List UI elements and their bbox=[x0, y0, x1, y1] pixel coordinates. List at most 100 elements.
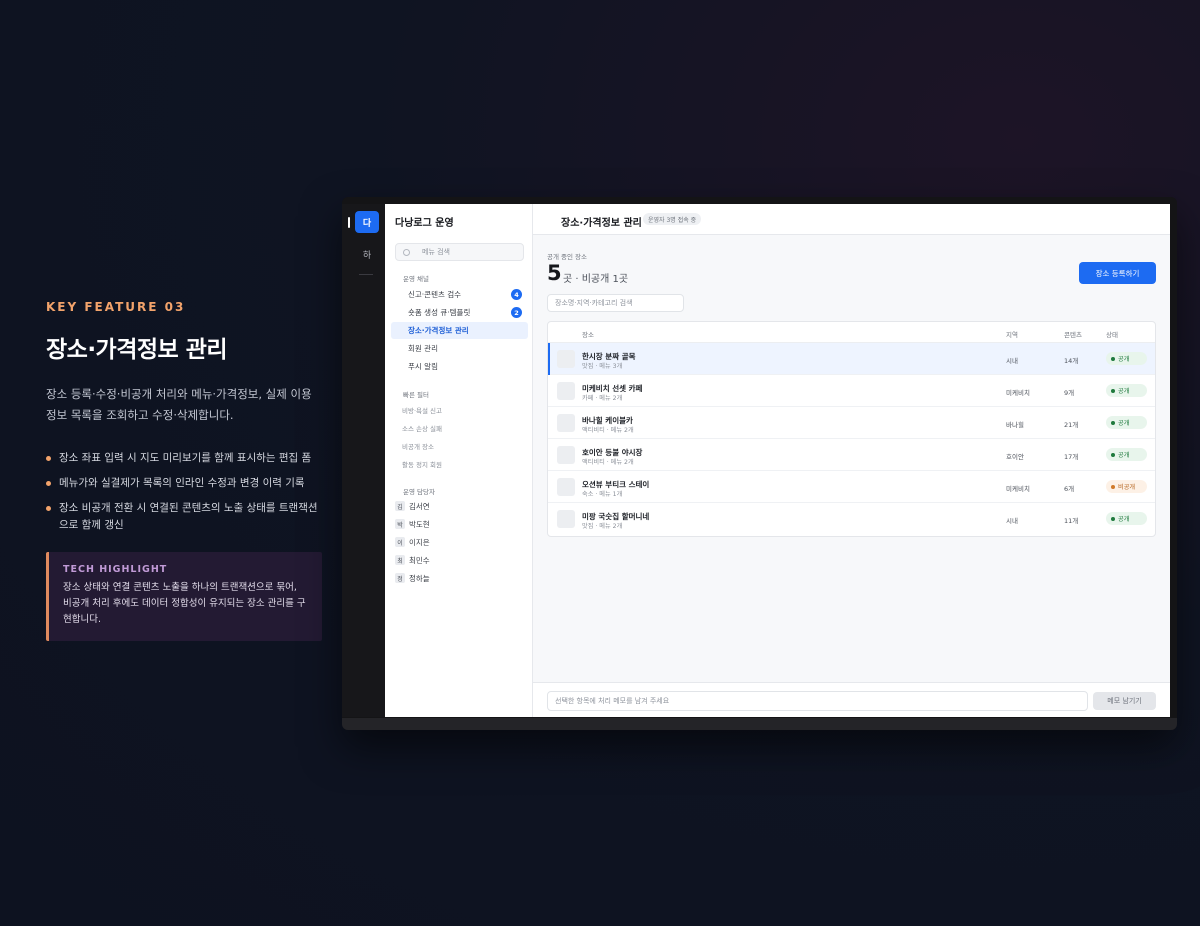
avatar: 정 bbox=[395, 573, 405, 583]
count-badge: 2 bbox=[511, 307, 522, 318]
memo-submit-button[interactable]: 메모 남기기 bbox=[1093, 692, 1156, 710]
status-badge: 공개 bbox=[1106, 352, 1147, 365]
place-thumbnail bbox=[557, 510, 575, 528]
status-badge: 공개 bbox=[1106, 416, 1147, 429]
status-dot-icon bbox=[1111, 356, 1115, 361]
stat-sub: 곳 · 비공개 1곳 bbox=[563, 274, 629, 285]
group-label-channel: 운영 채널 bbox=[403, 275, 429, 283]
status-dot-icon bbox=[1111, 484, 1115, 489]
register-place-button[interactable]: 장소 등록하기 bbox=[1079, 262, 1156, 284]
memo-input[interactable]: 선택한 항목에 처리 메모를 남겨 주세요 bbox=[547, 691, 1088, 711]
sidebar-item-shortform-queue[interactable]: 숏폼 생성 큐·템플릿 2 bbox=[391, 304, 528, 321]
status-badge: 비공개 bbox=[1106, 480, 1147, 493]
table-row[interactable]: 미팡 국숫집 할머니네 맛집 · 메뉴 2개 시내 11개 공개 bbox=[548, 503, 1155, 535]
online-badge: 운영자 3명 접속 중 bbox=[643, 213, 702, 225]
place-region: 시내 bbox=[1006, 517, 1018, 525]
sidebar-item-places[interactable]: 장소·가격정보 관리 bbox=[391, 322, 528, 339]
device-mockup: 다 하 다낭로그 운영 메뉴 검색 운영 채널 신고·콘텐츠 검수 4 숏폼 생… bbox=[342, 197, 1177, 730]
column-header-content[interactable]: 콘텐츠 bbox=[1064, 329, 1082, 339]
place-meta: 맛집 · 메뉴 2개 bbox=[582, 523, 623, 530]
manager-item[interactable]: 정 정하늘 bbox=[395, 571, 430, 585]
column-header-place[interactable]: 장소 bbox=[582, 329, 594, 339]
status-dot-icon bbox=[1111, 516, 1115, 521]
table-row[interactable]: 한시장 분짜 골목 맛집 · 메뉴 3개 시내 14개 공개 bbox=[548, 343, 1155, 375]
sidebar-item-reports[interactable]: 신고·콘텐츠 검수 4 bbox=[391, 286, 528, 303]
avatar: 이 bbox=[395, 537, 405, 547]
menu-search-placeholder: 메뉴 검색 bbox=[422, 248, 450, 256]
content-count: 11개 bbox=[1064, 517, 1079, 525]
status-label: 비공개 bbox=[1118, 484, 1136, 491]
table-header: 장소 지역 콘텐츠 상태 bbox=[548, 322, 1155, 343]
workspace-button-active[interactable]: 다 bbox=[355, 211, 379, 233]
manager-item[interactable]: 김 김서연 bbox=[395, 499, 430, 513]
feature-description: 장소 등록·수정·비공개 처리와 메뉴·가격정보, 실제 이용정보 목록을 조회… bbox=[46, 387, 312, 422]
status-badge: 공개 bbox=[1106, 384, 1147, 397]
status-dot-icon bbox=[1111, 420, 1115, 425]
column-header-region[interactable]: 지역 bbox=[1006, 329, 1018, 339]
place-region: 미케비치 bbox=[1006, 485, 1030, 493]
quick-filter-item[interactable]: 비공개 장소 bbox=[402, 441, 434, 451]
place-region: 미케비치 bbox=[1006, 389, 1030, 397]
place-thumbnail bbox=[557, 414, 575, 432]
sidebar-item-members[interactable]: 회원 관리 bbox=[391, 340, 528, 357]
place-thumbnail bbox=[557, 478, 575, 496]
table-row[interactable]: 바나힐 케이블카 액티비티 · 메뉴 2개 바나힐 21개 공개 bbox=[548, 407, 1155, 439]
place-region: 호이안 bbox=[1006, 453, 1024, 461]
manager-name: 최민수 bbox=[409, 555, 430, 565]
avatar: 최 bbox=[395, 555, 405, 565]
group-label-filters: 빠른 필터 bbox=[403, 391, 429, 399]
place-thumbnail bbox=[557, 350, 575, 368]
status-label: 공개 bbox=[1118, 516, 1130, 523]
quick-filter-item[interactable]: 비방·욕설 신고 bbox=[402, 405, 442, 415]
place-meta: 액티비티 · 메뉴 2개 bbox=[582, 427, 634, 434]
avatar: 김 bbox=[395, 501, 405, 511]
workspace-button[interactable]: 하 bbox=[355, 244, 379, 264]
status-label: 공개 bbox=[1118, 356, 1130, 363]
feature-bullet: 장소 좌표 입력 시 지도 미리보기를 함께 표시하는 편집 폼 bbox=[46, 450, 322, 467]
place-meta: 맛집 · 메뉴 3개 bbox=[582, 363, 623, 370]
status-badge: 공개 bbox=[1106, 448, 1147, 461]
manager-name: 박도현 bbox=[409, 519, 430, 529]
group-label-managers: 운영 담당자 bbox=[403, 488, 435, 496]
sidebar-item-label: 장소·가격정보 관리 bbox=[408, 326, 469, 335]
sidebar-item-label: 숏폼 생성 큐·템플릿 bbox=[408, 308, 471, 317]
sidebar-item-push[interactable]: 푸시 알림 bbox=[391, 358, 528, 375]
column-header-status[interactable]: 상태 bbox=[1106, 329, 1118, 339]
manager-name: 이지은 bbox=[409, 537, 430, 547]
table-row[interactable]: 오션뷰 부티크 스테이 숙소 · 메뉴 1개 미케비치 6개 비공개 bbox=[548, 471, 1155, 503]
place-meta: 액티비티 · 메뉴 2개 bbox=[582, 459, 634, 466]
feature-kicker: KEY FEATURE 03 bbox=[46, 300, 186, 314]
menu-search-input[interactable]: 메뉴 검색 bbox=[395, 243, 524, 261]
stat-label: 공개 중인 장소 bbox=[547, 253, 588, 261]
status-label: 공개 bbox=[1118, 420, 1130, 427]
stat-count: 5 bbox=[547, 261, 562, 285]
place-thumbnail bbox=[557, 382, 575, 400]
content-count: 9개 bbox=[1064, 389, 1075, 397]
table-row[interactable]: 호이안 등불 야시장 액티비티 · 메뉴 2개 호이안 17개 공개 bbox=[548, 439, 1155, 471]
page-title: 장소·가격정보 관리 bbox=[561, 218, 642, 229]
top-bar: 장소·가격정보 관리 운영자 3명 접속 중 bbox=[533, 204, 1170, 235]
status-dot-icon bbox=[1111, 388, 1115, 393]
search-icon bbox=[403, 248, 410, 256]
place-region: 시내 bbox=[1006, 357, 1018, 365]
memo-bar: 선택한 항목에 처리 메모를 남겨 주세요 메모 남기기 bbox=[533, 682, 1170, 717]
status-badge: 공개 bbox=[1106, 512, 1147, 525]
feature-title: 장소·가격정보 관리 bbox=[46, 337, 228, 363]
content-count: 21개 bbox=[1064, 421, 1079, 429]
quick-filter-item[interactable]: 소스 손상 실패 bbox=[402, 423, 442, 433]
manager-item[interactable]: 최 최민수 bbox=[395, 553, 430, 567]
place-table: 장소 지역 콘텐츠 상태 한시장 분짜 골목 맛집 · 메뉴 3개 시내 14개… bbox=[547, 321, 1156, 537]
place-search-input[interactable]: 장소명·지역·카테고리 검색 bbox=[547, 294, 684, 312]
main-content: 장소·가격정보 관리 운영자 3명 접속 중 공개 중인 장소 5 곳 · 비공… bbox=[533, 204, 1170, 717]
avatar: 박 bbox=[395, 519, 405, 529]
tech-highlight: TECH HIGHLIGHT 장소 상태와 연결 콘텐츠 노출을 하나의 트랜잭… bbox=[46, 552, 322, 641]
admin-app: 다낭로그 운영 메뉴 검색 운영 채널 신고·콘텐츠 검수 4 숏폼 생성 큐·… bbox=[385, 204, 1170, 717]
rail-active-indicator bbox=[348, 217, 350, 228]
table-row[interactable]: 미케비치 선셋 카페 카페 · 메뉴 2개 미케비치 9개 공개 bbox=[548, 375, 1155, 407]
manager-item[interactable]: 이 이지은 bbox=[395, 535, 430, 549]
tech-highlight-text: 장소 상태와 연결 콘텐츠 노출을 하나의 트랜잭션으로 묶어, 비공개 처리 … bbox=[63, 582, 306, 625]
sidebar-title: 다낭로그 운영 bbox=[395, 218, 454, 229]
quick-filter-item[interactable]: 활동 정지 회원 bbox=[402, 459, 442, 469]
status-label: 공개 bbox=[1118, 388, 1130, 395]
manager-item[interactable]: 박 박도현 bbox=[395, 517, 430, 531]
